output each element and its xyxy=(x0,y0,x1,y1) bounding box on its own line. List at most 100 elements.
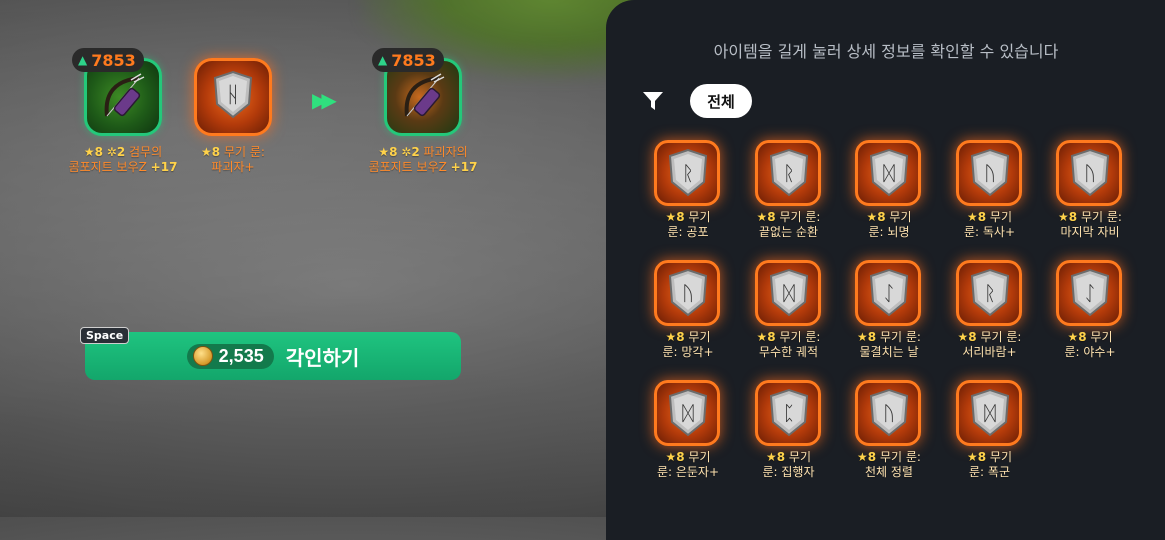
rune-item[interactable]: ᚢ ★8 무기 룬: 천체 정렬 xyxy=(845,378,945,498)
star-grade: ★8 xyxy=(83,145,103,159)
panel-hint: 아이템을 길게 눌러 상세 정보를 확인할 수 있습니다 xyxy=(713,42,1059,61)
power-value: 7853 xyxy=(91,50,136,70)
rune-name: 물결치는 날 xyxy=(859,345,919,359)
rune-item[interactable]: ᚱ ★8 무기 룬: 공포 xyxy=(644,138,744,258)
rune-name: 파괴자+ xyxy=(211,160,255,174)
rune-icon: ᛞ xyxy=(769,268,808,317)
rune-caption: ★8 무기 룬: 망각+ xyxy=(638,330,738,360)
rune-caption: ★8 무기 룬: 독사+ xyxy=(940,210,1040,240)
enhance-level: +17 xyxy=(450,160,478,174)
rune-icon: ᛇ xyxy=(869,268,909,317)
rune-type: 무기 xyxy=(688,450,711,464)
rune-item[interactable]: ᛞ ★8 무기 룬: 폭군 xyxy=(946,378,1046,498)
rune-icon: ᛞ xyxy=(869,148,909,197)
weapon-name: 콤포지트 보우Z xyxy=(68,160,147,174)
rune-type: 무기 xyxy=(788,450,812,464)
rune-glyph: ᛇ xyxy=(883,281,895,305)
rune-caption: ★8 무기 룬: 은둔자+ xyxy=(638,450,738,480)
result-weapon-caption: ★8 ✲2 파괴자의 콤포지트 보우Z +17 xyxy=(366,145,480,175)
filter-chip-all[interactable]: 전체 xyxy=(690,84,752,118)
rune-glyph: ᛞ xyxy=(682,401,694,425)
filter-icon[interactable] xyxy=(642,90,664,112)
rune-name: 룬: 독사+ xyxy=(963,225,1016,239)
engrave-button[interactable]: 2,535 각인하기 xyxy=(85,332,461,380)
rune-type: 무기 룬: xyxy=(879,450,921,464)
rune-item[interactable]: ᛞ ★8 무기 룬: 무수한 궤적 xyxy=(745,258,845,378)
rune-item[interactable]: ᛇ ★8 무기 룬: 야수+ xyxy=(1046,258,1146,378)
fast-forward-icon: ▶▶ xyxy=(312,88,337,112)
rune-glyph: ᚱ xyxy=(682,161,694,185)
star-grade: ★8 xyxy=(665,450,685,464)
rune-icon: ᚢ xyxy=(668,268,708,317)
power-up-icon: ▲ xyxy=(378,53,388,67)
material-rune-slot[interactable]: ᚺ xyxy=(194,58,274,138)
rune-type: 무기 xyxy=(688,330,711,344)
rune-item[interactable]: ᚢ ★8 무기 룬: 망각+ xyxy=(644,258,744,378)
star-grade: ★8 xyxy=(857,330,877,344)
rune-glyph: ᛞ xyxy=(783,281,795,305)
rune-glyph: ᛞ xyxy=(883,161,895,185)
rune-type: 무기 룬: xyxy=(223,145,265,159)
weapon-name-prefix: 파괴자의 xyxy=(423,145,468,159)
rune-item[interactable]: ᛈ ★8 무기 룬: 집행자 xyxy=(745,378,845,498)
hotkey-badge: Space xyxy=(80,327,130,344)
cost-value: 2,535 xyxy=(218,345,264,366)
material-rune-caption: ★8 무기 룬: 파괴자+ xyxy=(186,145,280,175)
rune-item[interactable]: ᛞ ★8 무기 룬: 뇌명 xyxy=(845,138,945,258)
rune-icon: ᚢ xyxy=(970,148,1009,197)
rune-item[interactable]: ᛇ ★8 무기 룬: 물결치는 날 xyxy=(845,258,945,378)
rune-icon: ᛞ xyxy=(970,388,1009,437)
rune-caption: ★8 무기 룬: 폭군 xyxy=(940,450,1040,480)
rune-inventory-panel: 아이템을 길게 눌러 상세 정보를 확인할 수 있습니다 전체 ᚱ ★8 무기 룬:… xyxy=(606,0,1165,540)
star-grade: ★8 xyxy=(966,210,987,224)
rune-item[interactable]: ᚢ ★8 무기 룬: 독사+ xyxy=(946,138,1046,258)
rune-name: 서리바람+ xyxy=(962,345,1017,359)
star-grade: ★8 xyxy=(957,330,977,344)
rune-caption: ★8 무기 룬: 뇌명 xyxy=(839,210,939,240)
star-grade: ★8 xyxy=(201,145,221,159)
rune-glyph: ᛇ xyxy=(1084,281,1096,305)
rune-icon: ᚱ xyxy=(970,268,1009,317)
star-grade: ★8 xyxy=(756,330,776,344)
power-badge: ▲ 7853 xyxy=(72,48,144,72)
rune-type: 무기 룬: xyxy=(779,330,821,344)
rune-name: 천체 정렬 xyxy=(865,465,913,479)
current-weapon-slot[interactable]: ▲ 7853 xyxy=(72,48,164,138)
rune-type: 무기 룬: xyxy=(980,330,1022,344)
rune-type: 무기 xyxy=(1090,330,1113,344)
rune-type: 무기 룬: xyxy=(779,210,821,224)
rune-caption: ★8 무기 룬: 야수+ xyxy=(1040,330,1140,360)
rune-glyph: ᚢ xyxy=(1084,161,1096,185)
rune-caption: ★8 무기 룬: 집행자 xyxy=(739,450,839,480)
rune-type: 무기 xyxy=(989,450,1013,464)
engrave-label: 각인하기 xyxy=(285,347,360,370)
rune-type: 무기 룬: xyxy=(1080,210,1122,224)
rune-caption: ★8 무기 룬: 공포 xyxy=(638,210,738,240)
rune-icon: ᛈ xyxy=(769,388,808,437)
result-weapon-slot[interactable]: ▲ 7853 xyxy=(372,48,464,138)
power-badge: ▲ 7853 xyxy=(372,48,444,72)
rune-name: 무수한 궤적 xyxy=(758,345,818,359)
rune-name: 마지막 자비 xyxy=(1060,225,1120,239)
rune-glyph: ᛈ xyxy=(783,401,795,425)
star-grade: ★8 xyxy=(756,210,776,224)
weapon-name: 콤포지트 보우Z xyxy=(368,160,447,174)
rune-item[interactable]: ᚱ ★8 무기 룬: 서리바람+ xyxy=(946,258,1046,378)
rune-item[interactable]: ᚢ ★8 무기 룬: 마지막 자비 xyxy=(1046,138,1146,258)
rune-glyph: ᚢ xyxy=(984,161,996,185)
rune-name: 룬: 집행자 xyxy=(762,465,815,479)
rune-item[interactable]: ᚱ ★8 무기 룬: 끝없는 순환 xyxy=(745,138,845,258)
star-grade: ★8 xyxy=(665,210,685,224)
rune-type: 무기 xyxy=(989,210,1013,224)
rune-icon: ᚢ xyxy=(1070,148,1110,197)
rune-icon: ᚱ xyxy=(769,148,808,197)
rune-glyph: ᚢ xyxy=(883,401,895,425)
rune-name: 룬: 폭군 xyxy=(969,465,1010,479)
plus-grade: ✲2 xyxy=(401,145,420,159)
svg-text:ᚺ: ᚺ xyxy=(226,83,239,108)
rune-glyph: ᚢ xyxy=(682,281,694,305)
rune-glyph: ᚱ xyxy=(984,281,996,305)
rune-item[interactable]: ᛞ ★8 무기 룬: 은둔자+ xyxy=(644,378,744,498)
rune-name: 룬: 야수+ xyxy=(1064,345,1116,359)
rune-name: 룬: 공포 xyxy=(667,225,709,239)
